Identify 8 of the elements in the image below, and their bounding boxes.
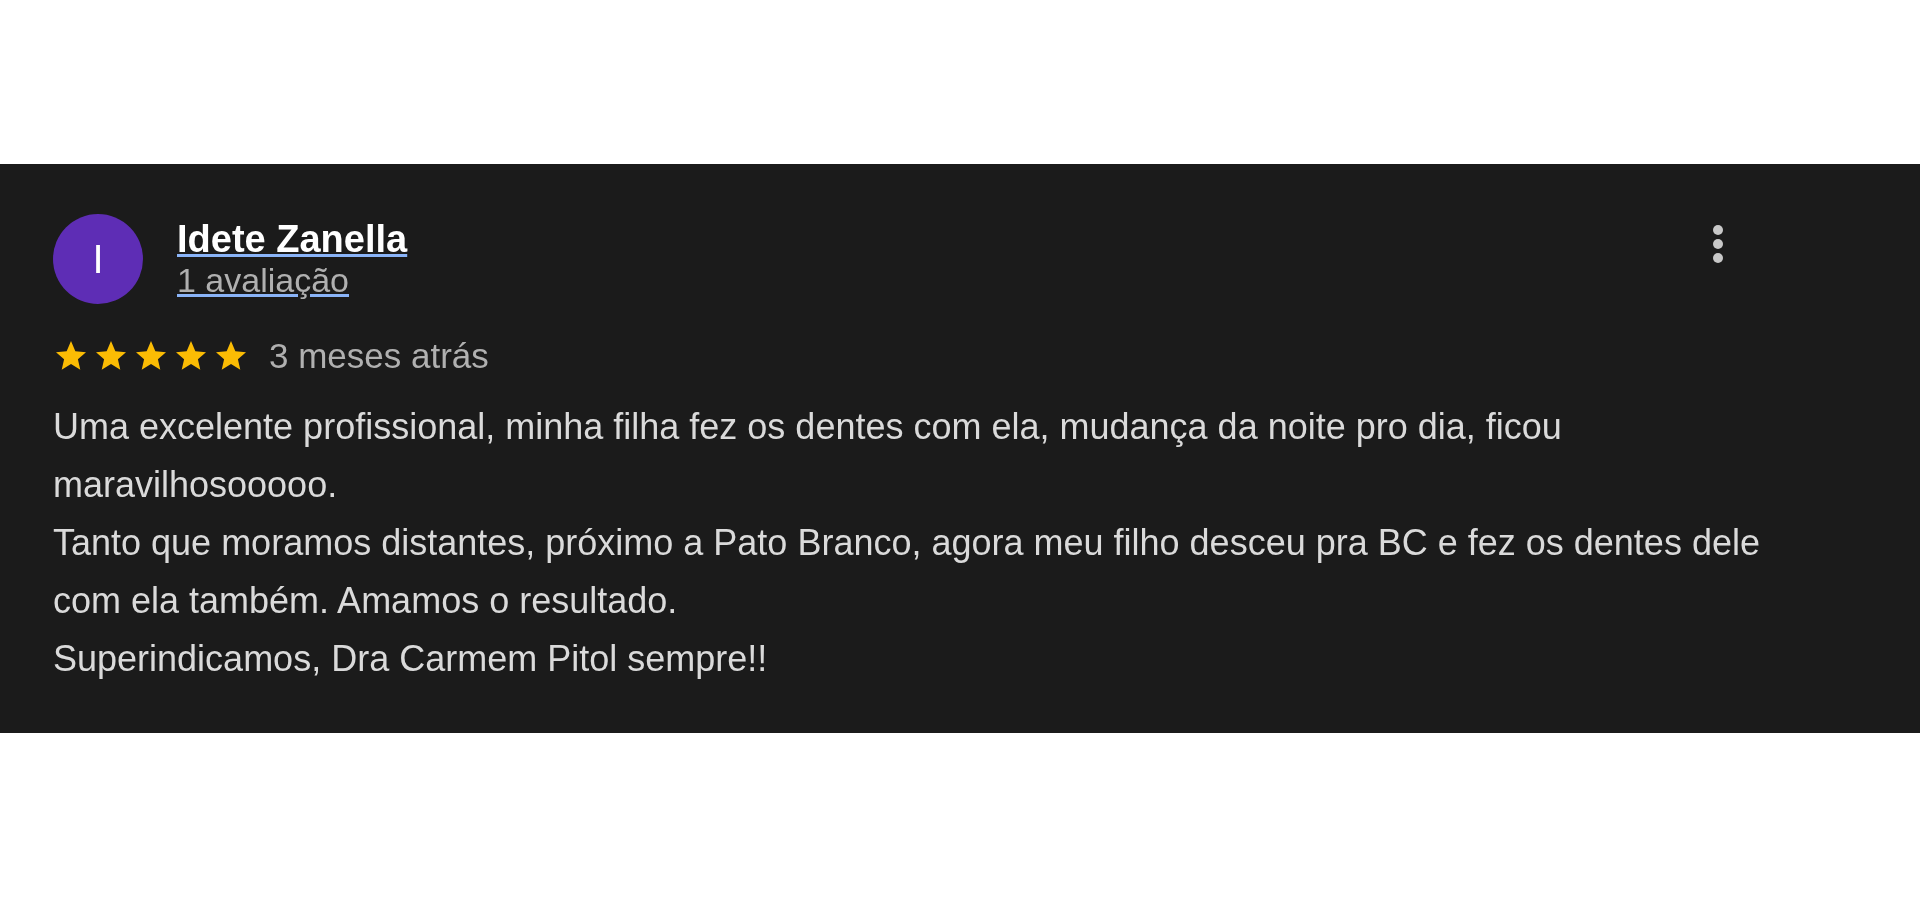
review-date: 3 meses atrás — [269, 336, 489, 376]
review-count-link[interactable]: 1 avaliação — [177, 261, 349, 300]
review-text: Tanto que moramos distantes, próximo a Pato Branco, agora meu filho desceu pra BC e fez os dentes dele com ela também. Amamos o resultado. — [53, 521, 1761, 623]
more-options-icon[interactable] — [1711, 224, 1725, 264]
review-text: Superindicamos, Dra Carmem Pitol sempre!! — [53, 637, 769, 681]
review-text: Uma excelente profissional, minha filha fez os dentes com ela, mudança da noite pro dia, ficou maravilhosooooo. — [53, 405, 1563, 507]
avatar: I — [53, 214, 143, 304]
author-link[interactable]: Idete Zanella — [177, 218, 408, 261]
